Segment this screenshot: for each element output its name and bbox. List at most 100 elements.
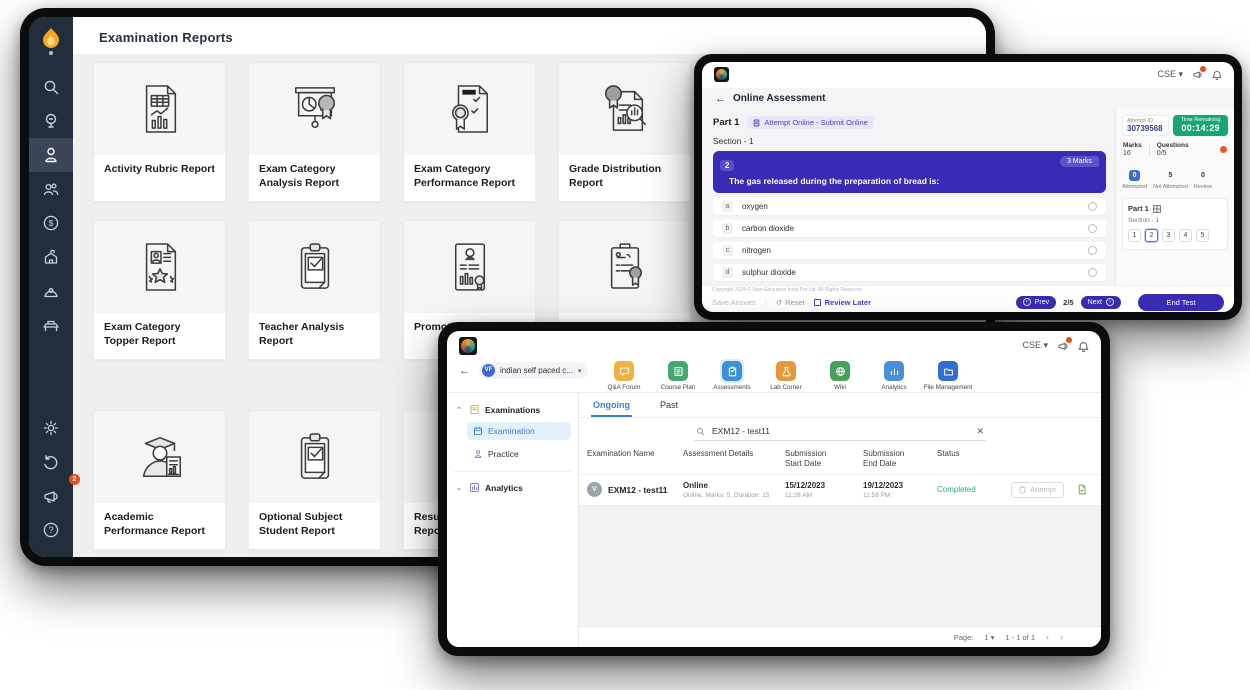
brand-logo-icon — [459, 337, 477, 355]
report-card-label: Optional Subject Student Report — [249, 503, 380, 549]
next-button[interactable]: Next› — [1081, 296, 1121, 309]
end-date: 19/12/2023 — [863, 481, 937, 490]
community-icon[interactable] — [29, 274, 73, 308]
assessment-topbar: CSE ▾ — [702, 62, 1234, 84]
page-range: 1 - 1 of 1 — [1005, 633, 1035, 642]
option-key: c — [722, 245, 733, 256]
history-refresh-icon[interactable] — [29, 445, 73, 479]
empty-area — [579, 506, 1101, 626]
table-row[interactable]: V EXM12 - test11 Online Online, Marks: 5… — [579, 475, 1101, 506]
app-logo-icon — [38, 26, 64, 56]
search-field[interactable]: ✕ — [694, 424, 986, 441]
report-card-teacher-analysis[interactable]: Teacher Analysis Report — [248, 220, 381, 360]
assessment-tablet-frame: CSE ▾ ← Online Assessment Part 1 Attempt… — [694, 54, 1242, 320]
exams-screen: CSE ▾ ← VF indian self paced c... ▾ Q&A … — [447, 331, 1101, 647]
chevron-left-icon: ‹ — [1023, 298, 1031, 306]
attempt-mode-chip: Attempt Online - Submit Online — [747, 116, 873, 129]
search-icon[interactable] — [29, 70, 73, 104]
announcements-megaphone-icon[interactable] — [1057, 340, 1069, 352]
brand-logo-icon — [714, 67, 729, 82]
sidebar-item-reports[interactable] — [29, 138, 73, 172]
option-b[interactable]: b carbon dioxide — [713, 220, 1106, 237]
analytics-icon — [469, 482, 480, 493]
nav-qa-forum[interactable]: Q&A Forum — [601, 361, 647, 394]
nav-file-management[interactable]: File Management — [925, 361, 971, 394]
announcements-megaphone-icon[interactable]: 2 — [29, 479, 73, 513]
school-icon[interactable] — [29, 240, 73, 274]
sidebar-group-examinations[interactable]: ⌃ Examinations — [454, 402, 571, 417]
tab-ongoing[interactable]: Ongoing — [591, 397, 632, 417]
report-file-icon[interactable] — [1077, 484, 1087, 495]
library-icon[interactable] — [29, 308, 73, 342]
nav-wiki[interactable]: Wiki — [817, 361, 863, 394]
bell-icon[interactable] — [1078, 340, 1089, 352]
nav-label: File Management — [924, 384, 973, 391]
report-card-exam-category-performance[interactable]: Exam Category Performance Report — [403, 62, 536, 202]
page-next-icon[interactable]: › — [1060, 632, 1063, 642]
class-selector[interactable]: CSE ▾ — [1022, 340, 1048, 351]
question-nav-button[interactable]: 1 — [1128, 229, 1141, 242]
graduate-certificate-icon — [94, 411, 225, 503]
course-selector-chip[interactable]: VF indian self paced c... ▾ — [479, 362, 588, 379]
report-card-academic-performance[interactable]: Academic Performance Report — [93, 410, 226, 550]
radio-button[interactable] — [1088, 246, 1097, 255]
search-input[interactable] — [712, 426, 969, 436]
reset-button[interactable]: ↺Reset — [776, 298, 805, 307]
assessment-details: Online, Marks: 5, Duration: 15 — [683, 492, 785, 499]
report-card-exam-category-topper[interactable]: Exam Category Topper Report — [93, 220, 226, 360]
option-d[interactable]: d sulphur dioxide — [713, 264, 1106, 281]
back-arrow-icon[interactable]: ← — [459, 365, 470, 377]
report-card-grade-distribution[interactable]: Grade Distribution Report — [558, 62, 691, 202]
nav-label: Course Plan — [661, 384, 696, 391]
question-progress: 2/5 — [1063, 298, 1073, 307]
attempt-button[interactable]: Attempt — [1011, 482, 1064, 498]
help-icon[interactable]: ? — [29, 513, 73, 547]
assessments-icon — [722, 361, 742, 381]
page-select[interactable]: 1 ▾ — [984, 633, 994, 642]
fees-icon[interactable]: $ — [29, 206, 73, 240]
announcements-megaphone-icon[interactable] — [1192, 69, 1203, 80]
report-card-exam-category-analysis[interactable]: Exam Category Analysis Report — [248, 62, 381, 202]
option-a[interactable]: a oxygen — [713, 198, 1106, 215]
idea-pin-icon[interactable] — [29, 104, 73, 138]
exams-navbar: ← VF indian self paced c... ▾ Q&A Forum … — [447, 356, 1101, 392]
question-nav-button-active[interactable]: 2 — [1145, 229, 1158, 242]
col-status: Status — [937, 449, 1005, 470]
analytics-icon — [884, 361, 904, 381]
settings-gear-icon[interactable] — [29, 411, 73, 445]
nav-analytics[interactable]: Analytics — [871, 361, 917, 394]
back-arrow-icon[interactable]: ← — [715, 93, 726, 105]
class-selector[interactable]: CSE ▾ — [1157, 69, 1183, 80]
tab-past[interactable]: Past — [658, 397, 680, 417]
option-c[interactable]: c nitrogen — [713, 242, 1106, 259]
assessment-side-panel: Attempt ID 30739568 Time Remaining 00:14… — [1115, 109, 1234, 285]
radio-button[interactable] — [1088, 224, 1097, 233]
nav-course-plan[interactable]: Course Plan — [655, 361, 701, 394]
question-nav-button[interactable]: 5 — [1196, 229, 1209, 242]
assessment-screen: CSE ▾ ← Online Assessment Part 1 Attempt… — [702, 62, 1234, 312]
sidebar-item-examination[interactable]: Examination — [467, 422, 571, 440]
radio-button[interactable] — [1088, 268, 1097, 277]
question-nav-button[interactable]: 3 — [1162, 229, 1175, 242]
nav-lab-corner[interactable]: Lab Corner — [763, 361, 809, 394]
report-card-label: Teacher Analysis Report — [249, 313, 380, 359]
clear-search-icon[interactable]: ✕ — [976, 426, 984, 437]
end-test-button[interactable]: End Test — [1138, 294, 1224, 311]
notification-dot — [1066, 337, 1072, 343]
report-card-optional-subject[interactable]: Optional Subject Student Report — [248, 410, 381, 550]
save-answer-button[interactable]: Save Answer — [712, 298, 756, 307]
prev-button[interactable]: ‹Prev — [1016, 296, 1056, 309]
page-prev-icon[interactable]: ‹ — [1046, 632, 1049, 642]
bell-icon[interactable] — [1212, 69, 1222, 80]
nav-assessments-active[interactable]: Assessments — [709, 361, 755, 394]
users-icon[interactable] — [29, 172, 73, 206]
question-number: 2 — [720, 160, 734, 171]
option-key: a — [722, 201, 733, 212]
review-later-checkbox[interactable]: Review Later — [814, 298, 871, 307]
report-card-activity-rubric[interactable]: Activity Rubric Report — [93, 62, 226, 202]
question-nav-button[interactable]: 4 — [1179, 229, 1192, 242]
pagination-bar: Page: 1 ▾ 1 - 1 of 1 ‹ › — [579, 626, 1101, 647]
sidebar-group-analytics[interactable]: ⌄ Analytics — [454, 480, 571, 495]
sidebar-item-practice[interactable]: Practice — [467, 445, 571, 463]
radio-button[interactable] — [1088, 202, 1097, 211]
